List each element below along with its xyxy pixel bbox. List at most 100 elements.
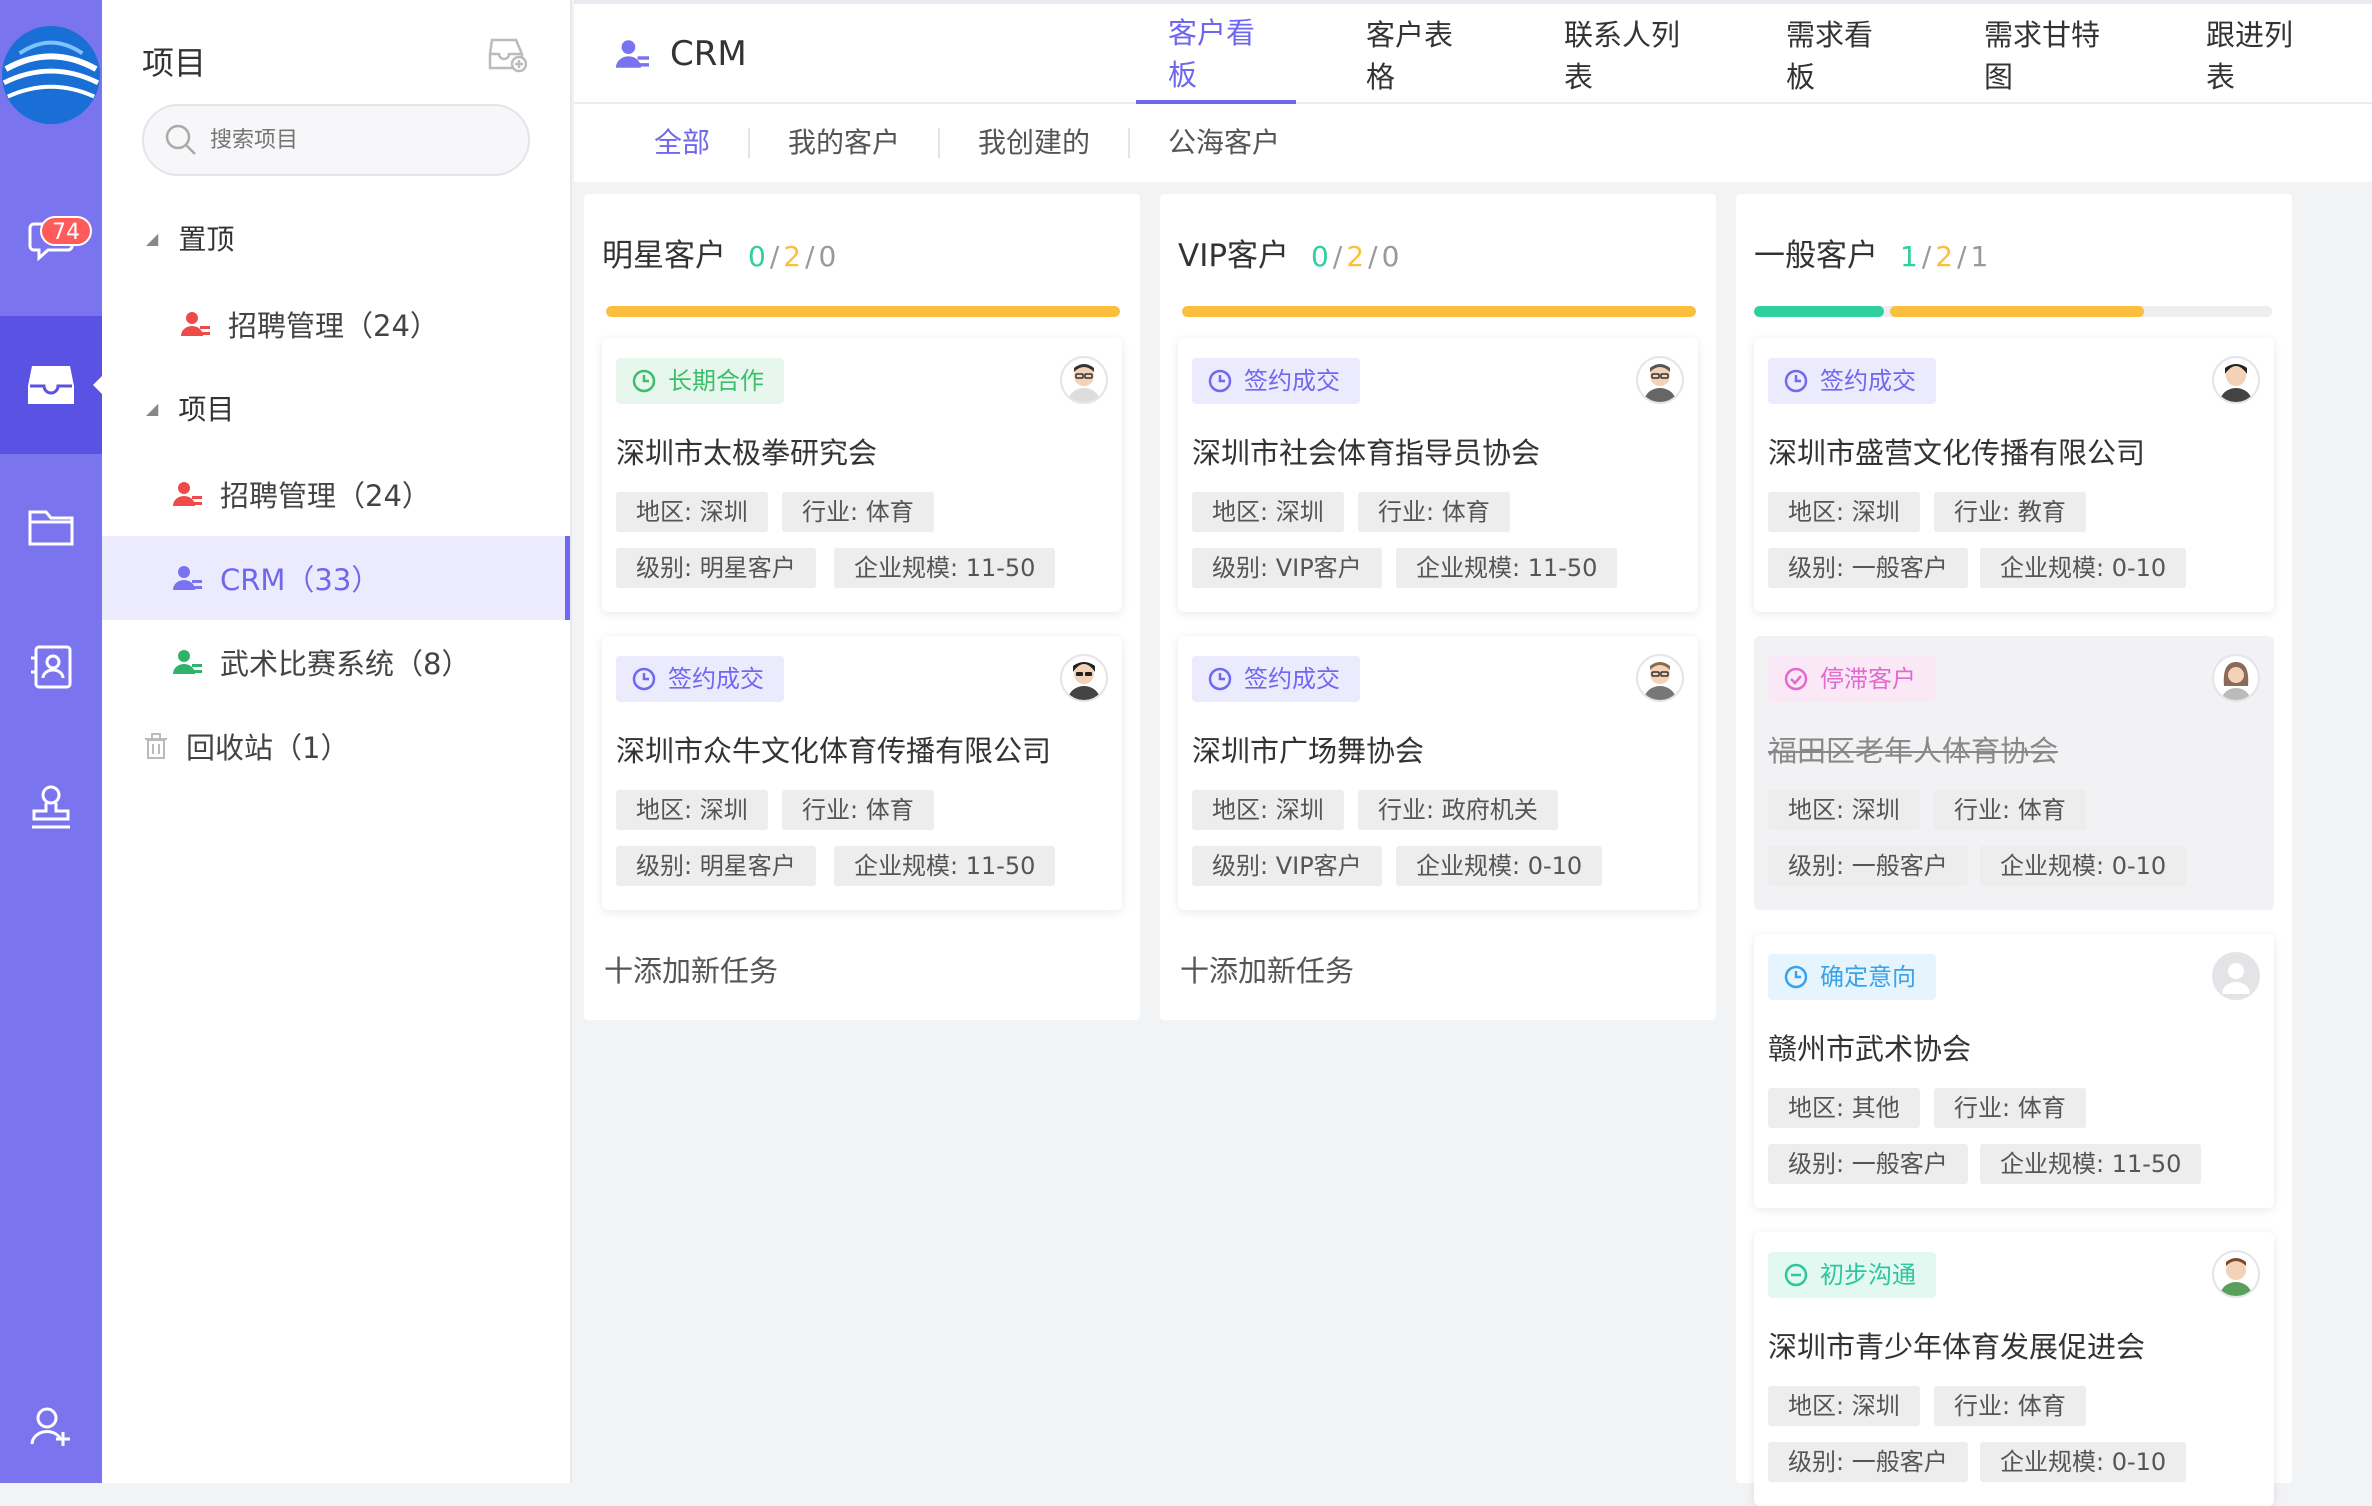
region-chip: 地区: 深圳 <box>1768 492 1920 532</box>
clock-icon <box>1784 965 1808 989</box>
subtab-created[interactable]: 我创建的 <box>940 128 1131 158</box>
user-project-icon <box>180 310 212 338</box>
region-chip: 地区: 深圳 <box>1768 790 1920 830</box>
status-tag: 长期合作 <box>616 358 784 404</box>
industry-chip: 行业: 体育 <box>782 790 934 830</box>
customer-name: 深圳市太极拳研究会 <box>616 436 878 470</box>
column-header: VIP客户 0/2/0 <box>1178 230 1399 275</box>
level-chip: 级别: VIP客户 <box>1192 846 1382 886</box>
sidebar-item-wushu[interactable]: 武术比赛系统（8） <box>102 620 570 704</box>
add-task-button[interactable]: 十添加新任务 <box>604 948 778 990</box>
customer-card[interactable]: 签约成交 深圳市社会体育指导员协会 地区: 深圳 行业: 体育 级别: VIP客… <box>1178 338 1698 612</box>
rail-stamp[interactable] <box>0 738 102 876</box>
sidebar-item-label: 招聘管理（24） <box>228 309 439 343</box>
sidebar-item-pinned-recruit[interactable]: 招聘管理（24） <box>102 282 570 366</box>
sidebar-item-recruit[interactable]: 招聘管理（24） <box>102 452 570 536</box>
sidebar-item-label: 回收站（1） <box>186 731 350 765</box>
search-icon <box>165 124 196 155</box>
customer-name: 福田区老年人体育协会 <box>1768 734 2059 768</box>
check-circle-icon <box>1784 667 1808 691</box>
customer-name: 赣州市武术协会 <box>1768 1032 1972 1066</box>
tab-contacts[interactable]: 联系人列表 <box>1532 4 1716 104</box>
customer-name: 深圳市众牛文化体育传播有限公司 <box>616 734 1052 768</box>
subtab-all[interactable]: 全部 <box>654 128 751 158</box>
project-name: CRM <box>670 34 747 74</box>
contact-card-icon <box>31 645 72 689</box>
unread-badge: 74 <box>40 216 92 246</box>
size-chip: 企业规模: 11-50 <box>1396 548 1618 588</box>
board-column-vip: VIP客户 0/2/0 签约成交 深圳市社会体育指导员协会 地区: 深圳 行业:… <box>1160 194 1716 1020</box>
group-pinned[interactable]: ◢ 置顶 <box>146 218 234 258</box>
rail-files[interactable] <box>0 458 102 596</box>
industry-chip: 行业: 政府机关 <box>1358 790 1558 830</box>
customer-name: 深圳市盛营文化传播有限公司 <box>1768 436 2146 470</box>
avatar[interactable] <box>2212 1250 2260 1298</box>
region-chip: 地区: 深圳 <box>1192 492 1344 532</box>
level-chip: 级别: 一般客户 <box>1768 1442 1968 1482</box>
status-tag: 初步沟通 <box>1768 1252 1936 1298</box>
customer-card[interactable]: 确定意向 赣州市武术协会 地区: 其他 行业: 体育 级别: 一般客户 企业规模… <box>1754 934 2274 1208</box>
avatar[interactable] <box>1060 356 1108 404</box>
level-chip: 级别: 明星客户 <box>616 548 816 588</box>
customer-card[interactable]: 长期合作 深圳市太极拳研究会 地区: 深圳 行业: 体育 级别: 明星客户 企业… <box>602 338 1122 612</box>
size-chip: 企业规模: 0-10 <box>1396 846 1603 886</box>
folder-icon <box>28 510 74 546</box>
tab-demand-board[interactable]: 需求看板 <box>1754 4 1914 104</box>
industry-chip: 行业: 体育 <box>1934 1088 2086 1128</box>
trash-icon <box>142 732 170 760</box>
rail-projects[interactable] <box>0 316 102 454</box>
user-project-icon <box>172 480 204 508</box>
subtab-public[interactable]: 公海客户 <box>1130 128 1318 158</box>
column-title: 明星客户 <box>602 238 726 274</box>
project-search[interactable] <box>142 104 530 176</box>
industry-chip: 行业: 教育 <box>1934 492 2086 532</box>
sidebar-title: 项目 <box>142 44 207 82</box>
project-sidebar: 项目 ◢ 置顶 招聘管理（24） ◢ 项目 招聘管理（24） <box>102 0 572 1483</box>
customer-card[interactable]: 停滞客户 福田区老年人体育协会 地区: 深圳 行业: 体育 级别: 一般客户 企… <box>1754 636 2274 910</box>
customer-card[interactable]: 签约成交 深圳市众牛文化体育传播有限公司 地区: 深圳 行业: 体育 级别: 明… <box>602 636 1122 910</box>
avatar[interactable] <box>1636 654 1684 702</box>
level-chip: 级别: 一般客户 <box>1768 548 1968 588</box>
view-tabs: 客户看板 客户表格 联系人列表 需求看板 需求甘特图 跟进列表 <box>1136 4 2372 104</box>
sidebar-item-label: 招聘管理（24） <box>220 479 431 513</box>
avatar[interactable] <box>1060 654 1108 702</box>
group-projects[interactable]: ◢ 项目 <box>146 388 234 428</box>
level-chip: 级别: VIP客户 <box>1192 548 1382 588</box>
minus-circle-icon <box>1784 1263 1808 1287</box>
project-header: CRM <box>614 34 747 74</box>
stamp-icon <box>32 785 70 829</box>
collapse-caret-icon: ◢ <box>146 398 159 418</box>
customer-card[interactable]: 初步沟通 深圳市青少年体育发展促进会 地区: 深圳 行业: 体育 级别: 一般客… <box>1754 1232 2274 1506</box>
level-chip: 级别: 明星客户 <box>616 846 816 886</box>
group-projects-label: 项目 <box>178 393 235 426</box>
rail-add-user[interactable] <box>0 1376 102 1476</box>
add-task-button[interactable]: 十添加新任务 <box>1180 948 1354 990</box>
avatar[interactable] <box>2212 952 2260 1000</box>
tab-customer-table[interactable]: 客户表格 <box>1334 4 1494 104</box>
subtab-mine[interactable]: 我的客户 <box>750 128 941 158</box>
tab-followup[interactable]: 跟进列表 <box>2174 4 2334 104</box>
avatar[interactable] <box>1636 356 1684 404</box>
rail-contacts[interactable] <box>0 598 102 736</box>
app-logo[interactable] <box>0 0 102 150</box>
avatar[interactable] <box>2212 654 2260 702</box>
level-chip: 级别: 一般客户 <box>1768 1144 1968 1184</box>
sidebar-item-recycle[interactable]: 回收站（1） <box>102 704 570 788</box>
clock-icon <box>1784 369 1808 393</box>
region-chip: 地区: 深圳 <box>616 790 768 830</box>
industry-chip: 行业: 体育 <box>1934 790 2086 830</box>
sidebar-item-crm[interactable]: CRM（33） <box>102 536 570 620</box>
region-chip: 地区: 深圳 <box>1192 790 1344 830</box>
tab-demand-gantt[interactable]: 需求甘特图 <box>1952 4 2136 104</box>
tab-customer-board[interactable]: 客户看板 <box>1136 4 1296 104</box>
column-title: VIP客户 <box>1178 238 1290 274</box>
new-project-button[interactable] <box>487 36 528 78</box>
sidebar-item-label: CRM（33） <box>220 563 381 597</box>
customer-card[interactable]: 签约成交 深圳市广场舞协会 地区: 深圳 行业: 政府机关 级别: VIP客户 … <box>1178 636 1698 910</box>
avatar[interactable] <box>2212 356 2260 404</box>
search-input[interactable] <box>210 127 490 153</box>
column-count: 0/2/0 <box>1311 240 1400 273</box>
customer-card[interactable]: 签约成交 深圳市盛营文化传播有限公司 地区: 深圳 行业: 教育 级别: 一般客… <box>1754 338 2274 612</box>
region-chip: 地区: 其他 <box>1768 1088 1920 1128</box>
column-progress-bar <box>1754 306 2272 317</box>
